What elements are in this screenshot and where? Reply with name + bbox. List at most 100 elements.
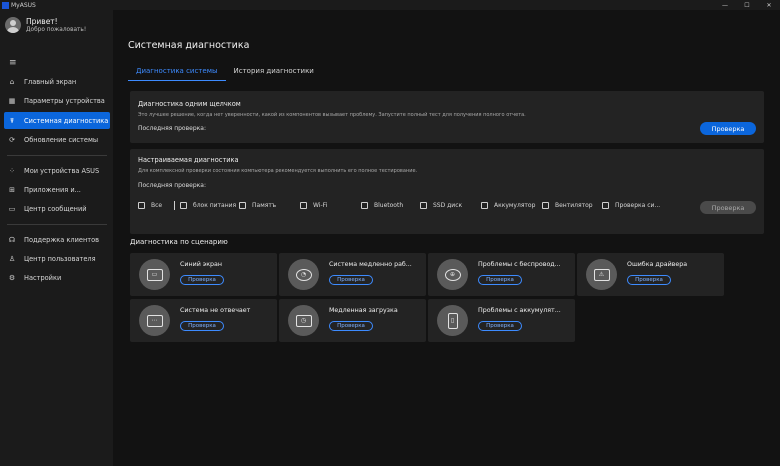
scenario-title: Медленная загрузка: [329, 307, 398, 314]
scenario-card-slow-boot: ◷ Медленная загрузка Проверка: [279, 299, 426, 342]
one-click-check-button[interactable]: Проверка: [700, 122, 756, 135]
checkbox-bluetooth[interactable]: Bluetooth: [361, 202, 403, 209]
sidebar-item-label: Главный экран: [24, 77, 77, 86]
menu-icon[interactable]: ≡: [9, 58, 17, 68]
main-content: Системная диагностика Диагностика систем…: [113, 10, 780, 466]
checkbox-system-check[interactable]: Проверка си...: [602, 202, 660, 209]
scenario-title: Проблемы с аккумулят...: [478, 307, 561, 314]
scenario-title: Синий экран: [180, 261, 223, 268]
scenario-title: Система медленно раб...: [329, 261, 412, 268]
page-title: Системная диагностика: [128, 40, 250, 51]
sidebar-item-settings[interactable]: ⚙ Настройки: [4, 269, 110, 286]
scenario-card-blue-screen: ▭ Синий экран Проверка: [130, 253, 277, 296]
checkbox[interactable]: [180, 202, 187, 209]
user-greeting: Привет!: [26, 17, 58, 26]
globe-icon: ⊕: [437, 259, 468, 290]
grid-icon: ▦: [8, 96, 16, 105]
checkbox-label: Все: [151, 202, 163, 209]
gear-icon: ⚙: [8, 273, 16, 282]
scenario-check-button[interactable]: Проверка: [180, 321, 224, 331]
sidebar-item-user-center[interactable]: ♙ Центр пользователя: [4, 250, 110, 267]
checkbox-battery[interactable]: Аккумулятор: [481, 202, 535, 209]
speedometer-icon: ◔: [288, 259, 319, 290]
sidebar-item-label: Обновление системы: [24, 135, 99, 144]
maximize-button[interactable]: ☐: [736, 0, 758, 10]
headset-icon: ☊: [8, 235, 16, 244]
sidebar-item-label: Системная диагностика: [24, 116, 109, 125]
sidebar-item-apps[interactable]: ⊞ Приложения и...: [4, 181, 110, 198]
checkbox-ssd[interactable]: SSD диск: [420, 202, 462, 209]
window-controls: — ☐ ✕: [714, 0, 780, 10]
checkbox-all[interactable]: Все: [138, 202, 162, 209]
user-subtitle: Добро пожаловать!: [26, 27, 87, 33]
user-profile[interactable]: Привет! Добро пожаловать!: [5, 17, 86, 33]
checkbox[interactable]: [138, 202, 145, 209]
divider: [7, 224, 107, 225]
scenario-section-title: Диагностика по сценарию: [130, 238, 228, 246]
sidebar-item-home[interactable]: ⌂ Главный экран: [4, 73, 110, 90]
tab-bar: Диагностика системы История диагностики: [128, 67, 322, 81]
sidebar-item-label: Приложения и...: [24, 185, 81, 194]
slow-boot-icon: ◷: [288, 305, 319, 336]
checkbox-label: SSD диск: [433, 202, 463, 209]
sidebar-item-label: Центр сообщений: [24, 204, 87, 213]
scenario-check-button[interactable]: Проверка: [329, 321, 373, 331]
custom-title: Настраиваемая диагностика: [138, 156, 239, 164]
checkbox-label: Bluetooth: [374, 202, 404, 209]
checkbox[interactable]: [300, 202, 307, 209]
title-bar: MyASUS — ☐ ✕: [0, 0, 780, 10]
custom-check-button[interactable]: Проверка: [700, 201, 756, 214]
close-button[interactable]: ✕: [758, 0, 780, 10]
avatar[interactable]: [5, 17, 21, 33]
scenario-card-battery: ▯ Проблемы с аккумулят... Проверка: [428, 299, 575, 342]
custom-description: Для комплексной проверки состояния компь…: [138, 168, 418, 174]
scenario-card-driver-error: ⚠ Ошибка драйвера Проверка: [577, 253, 724, 296]
checkbox[interactable]: [361, 202, 368, 209]
sidebar-item-label: Поддержка клиентов: [24, 235, 100, 244]
scenario-check-button[interactable]: Проверка: [180, 275, 224, 285]
user-icon: ♙: [8, 254, 16, 263]
checkbox-fan[interactable]: Вентилятор: [542, 202, 593, 209]
scenario-check-button[interactable]: Проверка: [478, 321, 522, 331]
sidebar-item-message-center[interactable]: ▭ Центр сообщений: [4, 200, 110, 217]
one-click-title: Диагностика одним щелчком: [138, 100, 241, 108]
sidebar-item-label: Параметры устройства: [24, 96, 105, 105]
checkbox[interactable]: [481, 202, 488, 209]
tab-system-diagnostics[interactable]: Диагностика системы: [128, 67, 226, 81]
checkbox-memory[interactable]: Памятъ: [239, 202, 276, 209]
checkbox-wifi[interactable]: Wi-Fi: [300, 202, 327, 209]
checkbox-power-supply[interactable]: блок питания: [180, 202, 236, 209]
checkbox[interactable]: [239, 202, 246, 209]
minimize-button[interactable]: —: [714, 0, 736, 10]
checkbox[interactable]: [542, 202, 549, 209]
monitor-icon: ▭: [139, 259, 170, 290]
checkbox-label: Проверка си...: [615, 202, 661, 209]
scenario-check-button[interactable]: Проверка: [627, 275, 671, 285]
home-icon: ⌂: [9, 77, 15, 86]
checkbox-label: Аккумулятор: [494, 202, 536, 209]
driver-icon: ⚠: [586, 259, 617, 290]
checkbox[interactable]: [602, 202, 609, 209]
frozen-screen-icon: ⋯: [139, 305, 170, 336]
scenario-card-slow-system: ◔ Система медленно раб... Проверка: [279, 253, 426, 296]
one-click-description: Это лучшее решение, когда нет уверенност…: [138, 112, 526, 118]
divider: [174, 201, 175, 210]
sidebar-item-device-settings[interactable]: ▦ Параметры устройства: [4, 92, 110, 109]
stethoscope-icon: ☤: [9, 116, 15, 125]
sidebar-item-system-update[interactable]: ⟳ Обновление системы: [4, 131, 110, 148]
checkbox[interactable]: [420, 202, 427, 209]
tab-diagnostics-history[interactable]: История диагностики: [226, 67, 322, 81]
sidebar-item-label: Центр пользователя: [24, 254, 96, 263]
scenario-check-button[interactable]: Проверка: [478, 275, 522, 285]
sidebar-item-my-devices[interactable]: ⁘ Мои устройства ASUS: [4, 162, 110, 179]
divider: [7, 155, 107, 156]
scenario-check-button[interactable]: Проверка: [329, 275, 373, 285]
sidebar-item-customer-support[interactable]: ☊ Поддержка клиентов: [4, 231, 110, 248]
battery-icon: ▯: [437, 305, 468, 336]
devices-icon: ⁘: [9, 166, 15, 175]
scenario-card-not-responding: ⋯ Система не отвечает Проверка: [130, 299, 277, 342]
checkbox-label: блок питания: [193, 202, 237, 209]
sidebar-item-system-diagnostics[interactable]: ☤ Системная диагностика: [4, 112, 110, 129]
one-click-last-check: Последняя проверка:: [138, 125, 206, 132]
sidebar-item-label: Настройки: [24, 273, 62, 282]
